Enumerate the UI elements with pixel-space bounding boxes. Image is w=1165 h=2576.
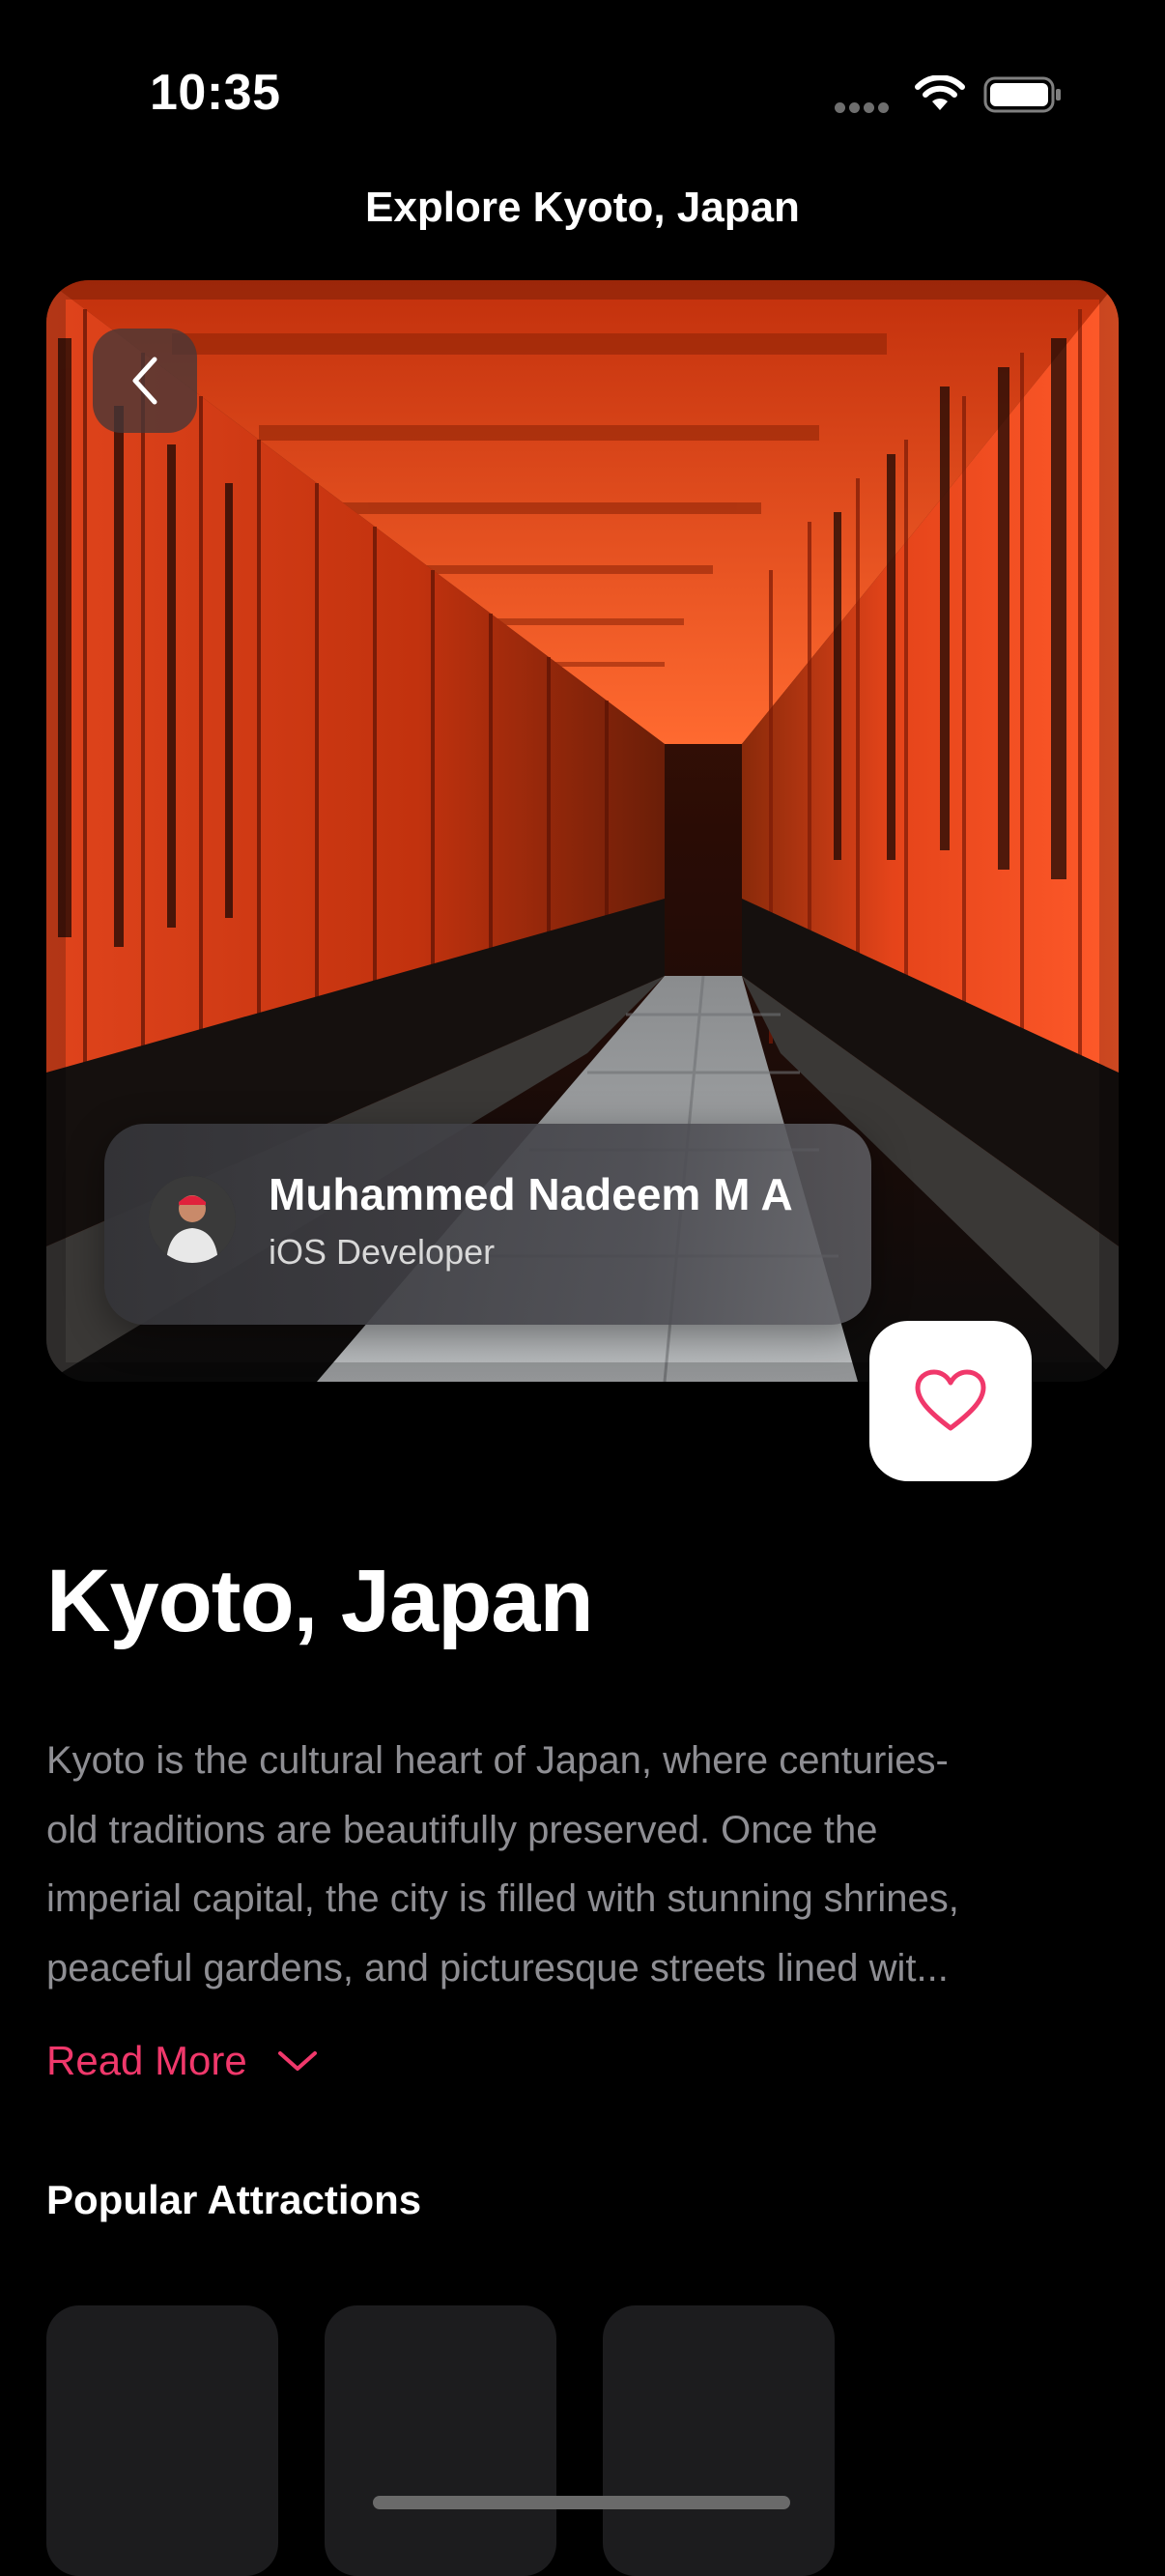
section-title: Popular Attractions <box>46 2177 422 2222</box>
status-bar: 10:35 <box>0 0 1165 184</box>
place-description: Kyoto is the cultural heart of Japan, wh… <box>46 1727 1128 2003</box>
read-more-button[interactable]: Read More <box>46 2032 319 2090</box>
page-title: Explore Kyoto, Japan <box>365 184 800 231</box>
author-role: iOS Developer <box>269 1232 496 1272</box>
chevron-left-icon <box>132 357 157 405</box>
description-line: Kyoto is the cultural heart of Japan, wh… <box>46 1739 949 1782</box>
attraction-card[interactable] <box>603 2305 835 2576</box>
place-title: Kyoto, Japan <box>46 1552 594 1650</box>
read-more-label: Read More <box>46 2038 247 2083</box>
cellular-signal-icon <box>835 100 893 114</box>
wifi-icon <box>915 75 965 110</box>
heart-icon <box>915 1369 986 1431</box>
home-indicator[interactable] <box>373 2496 790 2509</box>
battery-icon <box>983 76 1061 113</box>
chevron-down-icon <box>277 2051 317 2071</box>
attraction-card[interactable] <box>46 2305 278 2576</box>
description-line: imperial capital, the city is filled wit… <box>46 1877 959 1920</box>
author-name: Muhammed Nadeem M A <box>269 1169 793 1219</box>
avatar <box>149 1176 236 1263</box>
attraction-card[interactable] <box>325 2305 556 2576</box>
author-card[interactable]: Muhammed Nadeem M A iOS Developer <box>104 1124 871 1325</box>
status-time: 10:35 <box>150 65 281 121</box>
description-line: old traditions are beautifully preserved… <box>46 1808 878 1851</box>
description-line: peaceful gardens, and picturesque street… <box>46 1946 949 1989</box>
favorite-button[interactable] <box>869 1321 1032 1481</box>
back-button[interactable] <box>93 329 197 433</box>
